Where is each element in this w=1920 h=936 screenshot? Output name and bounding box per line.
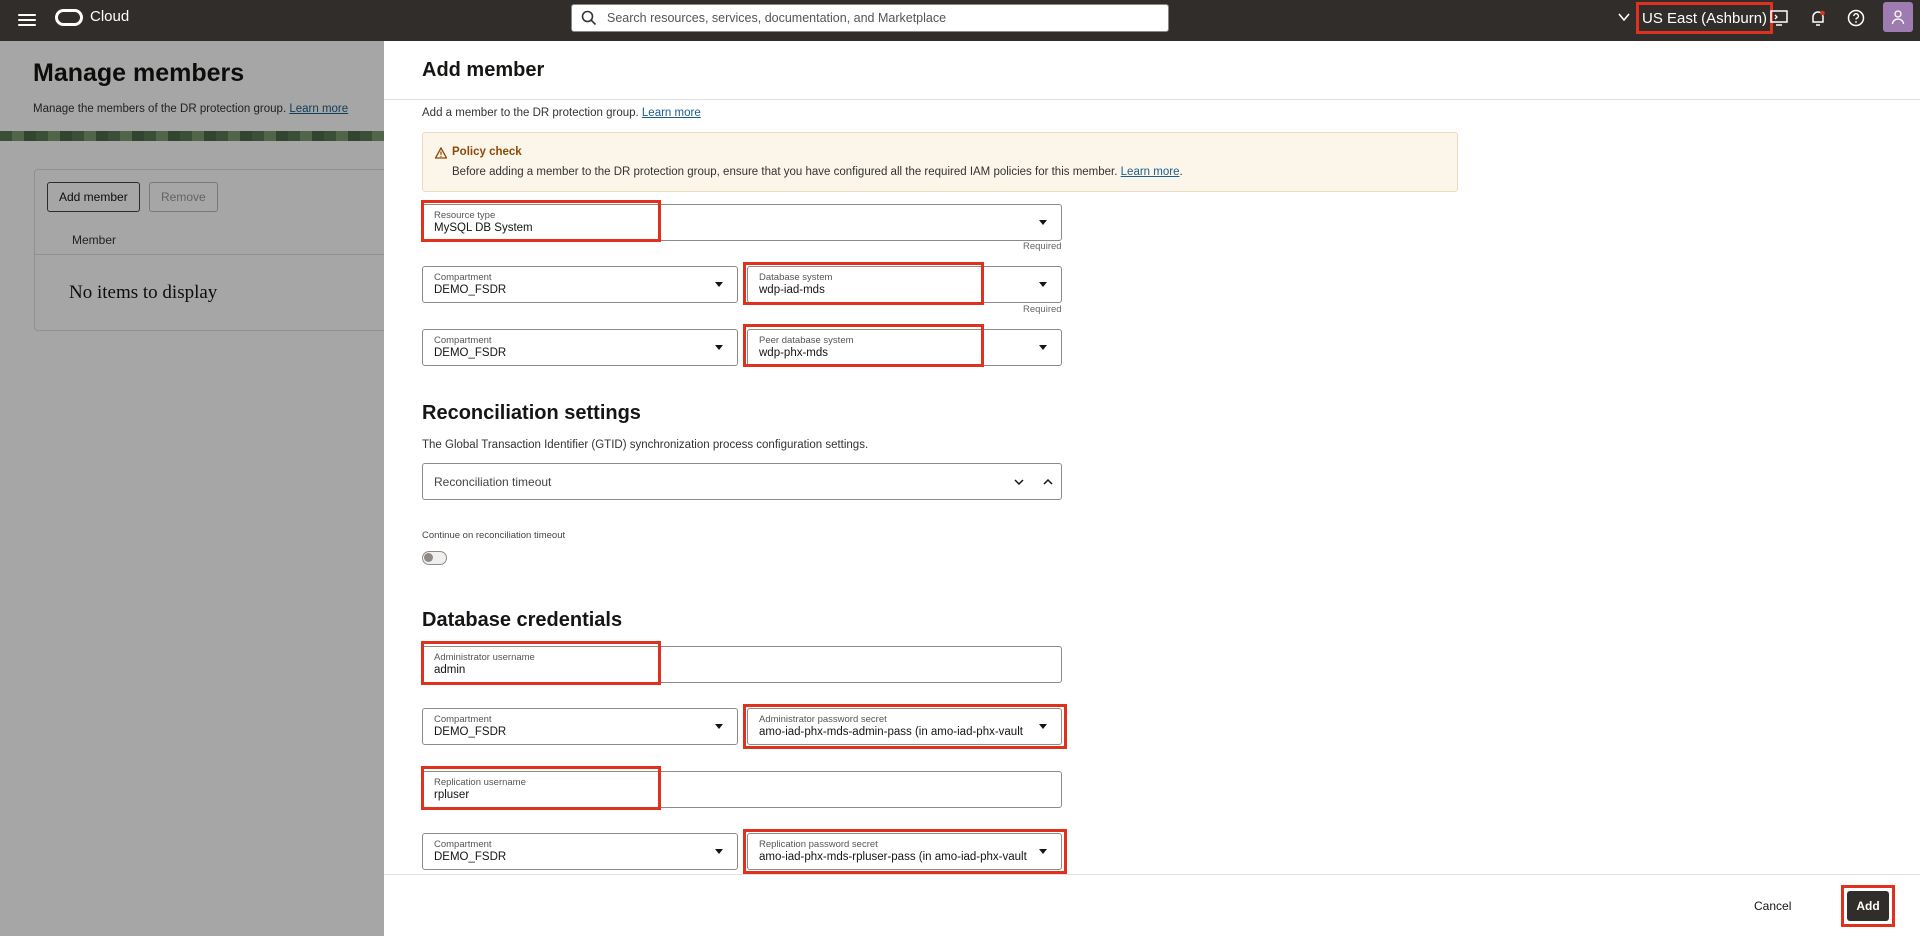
policy-learn-more-link[interactable]: Learn more <box>1121 166 1180 178</box>
policy-check-heading: Policy check <box>452 146 522 158</box>
caret-down-icon <box>715 345 723 350</box>
required-hint: Required <box>1023 304 1062 315</box>
field-label: Peer database system <box>759 335 854 346</box>
field-value: DEMO_FSDR <box>434 851 507 863</box>
caret-down-icon <box>715 849 723 854</box>
field-label: Compartment <box>434 714 492 725</box>
field-label: Replication username <box>434 777 526 788</box>
required-hint: Required <box>1023 241 1062 252</box>
policy-check-text: Before adding a member to the DR protect… <box>452 166 1183 178</box>
search-icon <box>581 10 597 26</box>
field-value: wdp-iad-mds <box>759 284 825 296</box>
help-icon[interactable] <box>1846 8 1866 28</box>
add-member-panel: Add member Add a member to the DR protec… <box>384 41 1920 936</box>
field-label: Resource type <box>434 210 496 221</box>
peer-database-system-select[interactable]: Peer database system wdp-phx-mds <box>747 329 1062 366</box>
field-label: Administrator password secret <box>759 714 887 725</box>
field-value: DEMO_FSDR <box>434 726 507 738</box>
field-value: rpluser <box>434 789 470 801</box>
continue-on-timeout-label: Continue on reconciliation timeout <box>422 530 566 541</box>
panel-footer: Cancel Add <box>384 874 1920 936</box>
peer-compartment-select[interactable]: Compartment DEMO_FSDR <box>422 329 738 366</box>
field-label: Administrator username <box>434 652 535 663</box>
notification-bell-icon[interactable] <box>1808 8 1828 28</box>
resource-type-select[interactable]: Resource type MySQL DB System <box>422 204 1062 241</box>
field-value: DEMO_FSDR <box>434 347 507 359</box>
top-bar: Cloud Search resources, services, docume… <box>0 0 1920 41</box>
field-value: MySQL DB System <box>434 222 533 234</box>
compartment-select[interactable]: Compartment DEMO_FSDR <box>422 266 738 303</box>
field-label: Replication password secret <box>759 839 878 850</box>
reconciliation-settings-heading: Reconciliation settings <box>422 402 641 424</box>
chevron-down-icon[interactable] <box>1013 476 1025 488</box>
panel-title: Add member <box>422 59 545 81</box>
menu-icon[interactable] <box>18 11 36 29</box>
chevron-down-icon[interactable] <box>1617 10 1631 24</box>
panel-description-text: Add a member to the DR protection group. <box>422 107 639 119</box>
oracle-logo-icon[interactable] <box>55 9 83 26</box>
divider <box>384 99 1920 100</box>
search-input[interactable]: Search resources, services, documentatio… <box>571 4 1169 32</box>
policy-check-alert: Policy check Before adding a member to t… <box>422 132 1458 192</box>
database-credentials-heading: Database credentials <box>422 609 623 631</box>
region-selector[interactable]: US East (Ashburn) <box>1636 2 1774 34</box>
reconciliation-timeout-field[interactable]: Reconciliation timeout <box>422 463 1062 500</box>
search-placeholder: Search resources, services, documentatio… <box>607 11 947 25</box>
add-button[interactable]: Add <box>1847 891 1889 921</box>
chevron-up-icon[interactable] <box>1042 476 1054 488</box>
caret-down-icon <box>715 282 723 287</box>
field-value: wdp-phx-mds <box>759 347 829 359</box>
admin-secret-compartment-select[interactable]: Compartment DEMO_FSDR <box>422 708 738 745</box>
field-label: Reconciliation timeout <box>434 475 552 489</box>
reconciliation-description: The Global Transaction Identifier (GTID)… <box>422 439 869 451</box>
user-avatar[interactable] <box>1883 2 1913 32</box>
field-label: Compartment <box>434 335 492 346</box>
replication-password-secret-select[interactable]: Replication password secret amo-iad-phx-… <box>747 833 1062 870</box>
warning-icon <box>435 147 447 159</box>
field-value: amo-iad-phx-mds-rpluser-pass (in amo-iad… <box>759 851 1027 863</box>
field-label: Compartment <box>434 839 492 850</box>
user-icon <box>1891 10 1905 25</box>
caret-down-icon <box>1039 345 1047 350</box>
caret-down-icon <box>715 724 723 729</box>
brand-name[interactable]: Cloud <box>90 8 129 25</box>
field-value: DEMO_FSDR <box>434 284 507 296</box>
continue-on-timeout-toggle[interactable] <box>422 551 447 565</box>
field-label: Compartment <box>434 272 492 283</box>
learn-more-link[interactable]: Learn more <box>642 107 701 119</box>
policy-trailing: . <box>1179 166 1183 178</box>
caret-down-icon <box>1039 849 1047 854</box>
cancel-button[interactable]: Cancel <box>1744 891 1801 921</box>
replication-username-input[interactable]: Replication username rpluser <box>422 771 1062 808</box>
caret-down-icon <box>1039 220 1047 225</box>
caret-down-icon <box>1039 282 1047 287</box>
panel-description: Add a member to the DR protection group.… <box>422 107 701 119</box>
cloud-shell-icon[interactable] <box>1769 8 1789 28</box>
administrator-username-input[interactable]: Administrator username admin <box>422 646 1062 683</box>
policy-check-message: Before adding a member to the DR protect… <box>452 166 1118 178</box>
database-system-select[interactable]: Database system wdp-iad-mds <box>747 266 1062 303</box>
modal-overlay[interactable] <box>0 41 384 936</box>
administrator-password-secret-select[interactable]: Administrator password secret amo-iad-ph… <box>747 708 1062 745</box>
toggle-knob <box>424 553 433 562</box>
field-value: amo-iad-phx-mds-admin-pass (in amo-iad-p… <box>759 726 1023 738</box>
caret-down-icon <box>1039 724 1047 729</box>
field-label: Database system <box>759 272 833 283</box>
field-value: admin <box>434 664 466 676</box>
replication-secret-compartment-select[interactable]: Compartment DEMO_FSDR <box>422 833 738 870</box>
